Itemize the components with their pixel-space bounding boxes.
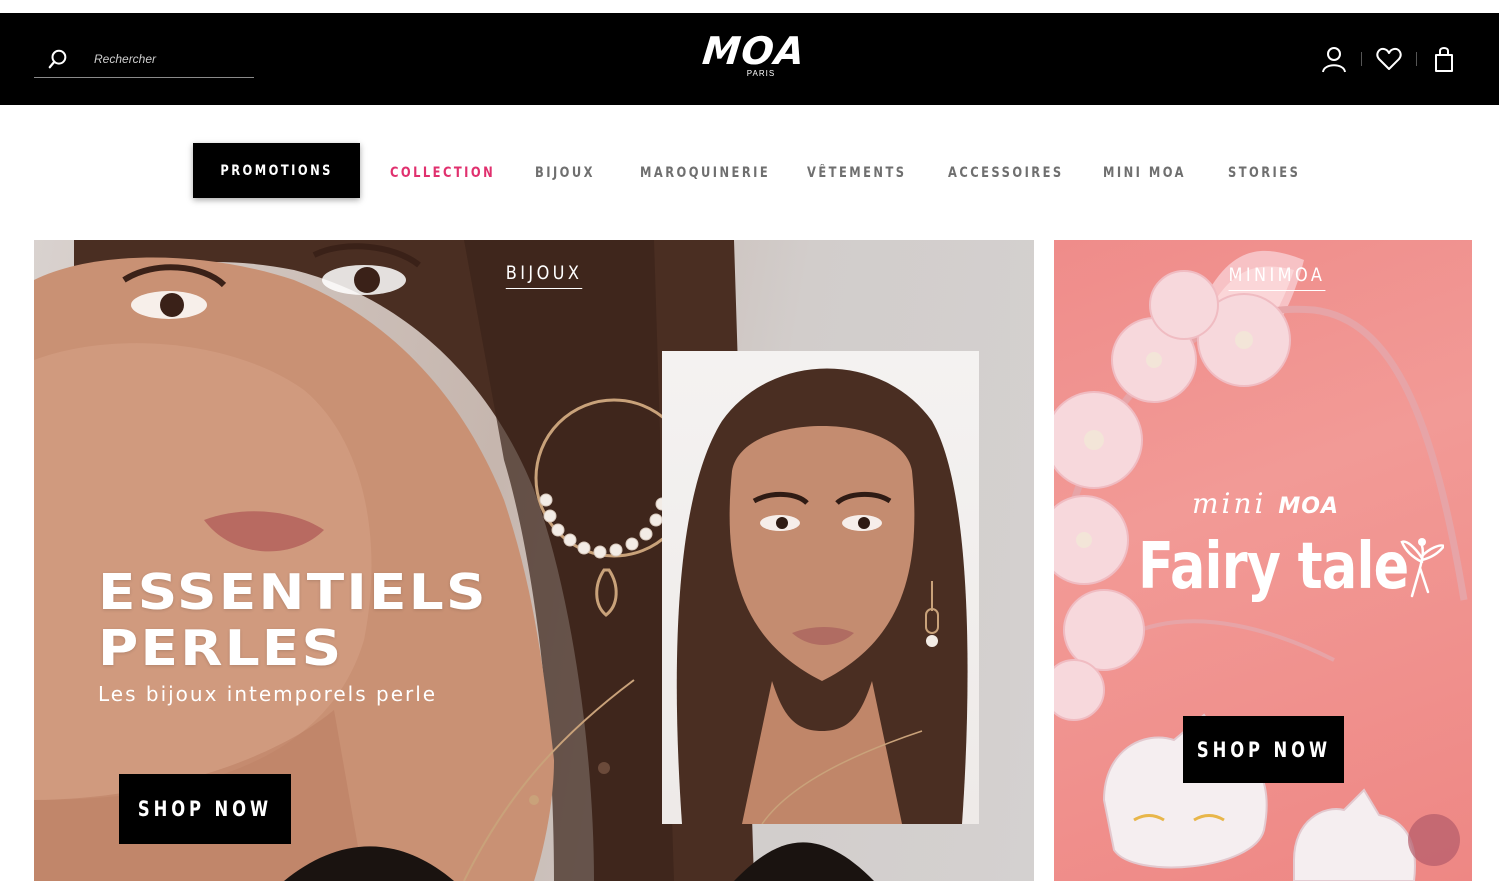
minimoa-prefix: mini [1192, 487, 1267, 520]
logo-wordmark: MOA [700, 29, 808, 73]
shop-now-button[interactable]: SHOP NOW [1183, 716, 1344, 783]
nav-item-promotions[interactable]: PROMOTIONS [193, 143, 360, 198]
cart-button[interactable] [1429, 44, 1459, 74]
header-actions [1319, 43, 1459, 75]
minimoa-logo: mini MOA [1192, 487, 1339, 520]
nav-item-bijoux[interactable]: BIJOUX [535, 143, 595, 199]
minimoa-suffix: MOA [1278, 494, 1340, 519]
headline-line-1: ESSENTIELS [98, 564, 488, 621]
nav-item-label: PROMOTIONS [220, 162, 333, 179]
bag-icon [1435, 47, 1453, 72]
user-icon [1322, 47, 1346, 73]
header-divider [1361, 52, 1362, 66]
banner-tag-bijoux[interactable]: BIJOUX [505, 262, 583, 289]
brand-logo[interactable]: MOA PARIS [694, 29, 814, 87]
nav-item-maroquinerie[interactable]: MAROQUINERIE [640, 143, 770, 199]
hero-subtitle: Les bijoux intemporels perle [98, 682, 438, 706]
shop-now-label: SHOP NOW [1196, 737, 1331, 762]
shop-now-label: SHOP NOW [137, 797, 273, 821]
shop-now-button[interactable]: SHOP NOW [119, 774, 291, 844]
search-bar[interactable] [34, 43, 254, 78]
hero-banner-minimoa[interactable]: MINIMOA mini MOA Fairy tale SHOP NOW [1054, 240, 1472, 881]
nav-item-mini-moa[interactable]: MINI MOA [1103, 143, 1186, 199]
account-button[interactable] [1319, 44, 1349, 74]
heart-icon [1376, 47, 1402, 70]
portrait-photo [676, 368, 968, 824]
headline-line-2: PERLES [98, 620, 344, 677]
search-input[interactable] [92, 48, 251, 70]
nav-item-stories[interactable]: STORIES [1228, 143, 1300, 199]
search-icon[interactable] [47, 48, 69, 70]
hero-headline: ESSENTIELS PERLES [98, 565, 488, 677]
wishlist-button[interactable] [1374, 44, 1404, 74]
site-header: MOA PARIS [0, 13, 1499, 105]
portrait-inset [662, 351, 979, 824]
fairy-icon [1400, 538, 1444, 598]
nav-item-vetements[interactable]: VÊTEMENTS [807, 143, 907, 199]
header-divider [1416, 52, 1417, 66]
banner-tag-minimoa[interactable]: MINIMOA [1228, 264, 1326, 291]
hero-banner-bijoux[interactable]: BIJOUX ESSENTIELS PERLES Les bijoux inte… [34, 240, 1034, 881]
fairy-tale-title: Fairy tale [1138, 530, 1409, 604]
main-navigation: PROMOTIONS COLLECTION BIJOUX MAROQUINERI… [0, 143, 1499, 199]
nav-item-accessoires[interactable]: ACCESSOIRES [948, 143, 1064, 199]
nav-item-collection[interactable]: COLLECTION [390, 143, 495, 199]
